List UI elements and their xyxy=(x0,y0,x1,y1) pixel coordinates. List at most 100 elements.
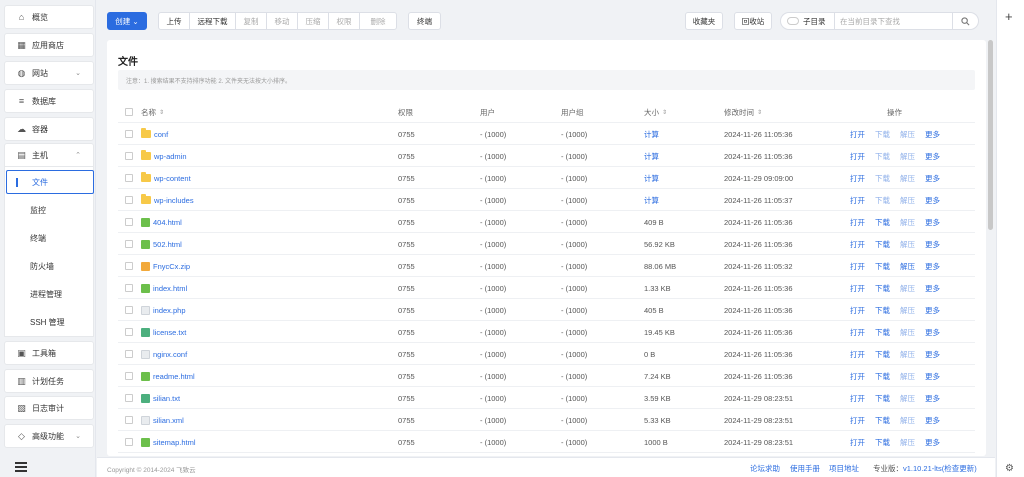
sidebar-item-bottom-2[interactable]: ▧ 日志审计 xyxy=(4,396,94,420)
open-action[interactable]: 打开 xyxy=(850,327,865,338)
download-action[interactable]: 下载 xyxy=(875,283,890,294)
extract-action[interactable]: 解压 xyxy=(900,305,915,316)
header-size[interactable]: 大小 ⇕ xyxy=(644,101,667,123)
extract-action[interactable]: 解压 xyxy=(900,371,915,382)
file-name[interactable]: license.txt xyxy=(153,328,186,337)
open-action[interactable]: 打开 xyxy=(850,371,865,382)
file-name[interactable]: FnycCx.zip xyxy=(153,262,190,271)
file-name[interactable]: 404.html xyxy=(153,218,182,227)
more-action[interactable]: 更多 xyxy=(925,129,940,140)
open-action[interactable]: 打开 xyxy=(850,283,865,294)
header-time[interactable]: 修改时间 ⇕ xyxy=(724,101,762,123)
download-action[interactable]: 下载 xyxy=(875,437,890,448)
sidebar-item-bottom-1[interactable]: ▥ 计划任务 xyxy=(4,369,94,393)
open-action[interactable]: 打开 xyxy=(850,129,865,140)
download-action[interactable]: 下载 xyxy=(875,261,890,272)
row-checkbox[interactable] xyxy=(125,218,133,226)
file-name-cell[interactable]: 502.html xyxy=(141,233,182,255)
extract-action[interactable]: 解压 xyxy=(900,393,915,404)
check-update-link[interactable]: (检查更新) xyxy=(942,464,977,473)
favorites-button[interactable]: 收藏夹 xyxy=(685,12,723,30)
extract-action[interactable]: 解压 xyxy=(900,261,915,272)
submenu-item-4[interactable]: 进程管理 xyxy=(5,282,95,306)
extract-action[interactable]: 解压 xyxy=(900,437,915,448)
file-name-cell[interactable]: silian.txt xyxy=(141,387,180,409)
scrollbar[interactable] xyxy=(988,40,993,230)
search-input[interactable]: 在当前目录下查找 xyxy=(834,12,953,30)
file-name-cell[interactable]: FnycCx.zip xyxy=(141,255,190,277)
file-name[interactable]: wp-includes xyxy=(154,196,194,205)
file-name[interactable]: 502.html xyxy=(153,240,182,249)
submenu-item-0[interactable]: 文件 xyxy=(6,170,94,194)
file-name[interactable]: index.html xyxy=(153,284,187,293)
file-name[interactable]: readme.html xyxy=(153,372,195,381)
row-checkbox[interactable] xyxy=(125,372,133,380)
project-link[interactable]: 项目地址 xyxy=(829,463,859,474)
file-name[interactable]: wp-admin xyxy=(154,152,187,161)
extract-action[interactable]: 解压 xyxy=(900,415,915,426)
extract-action[interactable]: 解压 xyxy=(900,151,915,162)
calc-size-link[interactable]: 计算 xyxy=(644,123,659,145)
download-action[interactable]: 下载 xyxy=(875,393,890,404)
row-checkbox[interactable] xyxy=(125,416,133,424)
header-name[interactable]: 名称 ⇕ xyxy=(141,101,164,123)
row-checkbox[interactable] xyxy=(125,174,133,182)
open-action[interactable]: 打开 xyxy=(850,415,865,426)
open-action[interactable]: 打开 xyxy=(850,393,865,404)
file-name-cell[interactable]: wp-includes xyxy=(141,189,194,211)
more-action[interactable]: 更多 xyxy=(925,415,940,426)
row-checkbox[interactable] xyxy=(125,196,133,204)
file-name[interactable]: conf xyxy=(154,130,168,139)
sidebar-item-bottom-3[interactable]: ◇ 高级功能 ⌄ xyxy=(4,424,94,448)
remote-download-button[interactable]: 远程下载 xyxy=(189,12,236,30)
more-action[interactable]: 更多 xyxy=(925,173,940,184)
recycle-bin-button[interactable]: 回收站 xyxy=(734,12,772,30)
extract-action[interactable]: 解压 xyxy=(900,195,915,206)
file-name-cell[interactable]: license.txt xyxy=(141,321,186,343)
more-action[interactable]: 更多 xyxy=(925,195,940,206)
open-action[interactable]: 打开 xyxy=(850,239,865,250)
upload-button[interactable]: 上传 xyxy=(158,12,190,30)
move-button[interactable]: 移动 xyxy=(266,12,298,30)
more-action[interactable]: 更多 xyxy=(925,217,940,228)
open-action[interactable]: 打开 xyxy=(850,349,865,360)
row-checkbox[interactable] xyxy=(125,152,133,160)
sidebar-item-3[interactable]: ≡ 数据库 xyxy=(4,89,94,113)
file-name-cell[interactable]: nginx.conf xyxy=(141,343,187,365)
extract-action[interactable]: 解压 xyxy=(900,173,915,184)
more-action[interactable]: 更多 xyxy=(925,305,940,316)
more-action[interactable]: 更多 xyxy=(925,239,940,250)
download-action[interactable]: 下载 xyxy=(875,349,890,360)
extract-action[interactable]: 解压 xyxy=(900,283,915,294)
file-name-cell[interactable]: sitemap.html xyxy=(141,431,196,453)
row-checkbox[interactable] xyxy=(125,262,133,270)
extract-action[interactable]: 解压 xyxy=(900,327,915,338)
download-action[interactable]: 下载 xyxy=(875,151,890,162)
row-checkbox[interactable] xyxy=(125,306,133,314)
row-checkbox[interactable] xyxy=(125,350,133,358)
row-checkbox[interactable] xyxy=(125,438,133,446)
row-checkbox[interactable] xyxy=(125,328,133,336)
file-name-cell[interactable]: index.php xyxy=(141,299,186,321)
sidebar-item-1[interactable]: ▦ 应用商店 xyxy=(4,33,94,57)
row-checkbox[interactable] xyxy=(125,284,133,292)
file-name[interactable]: silian.txt xyxy=(153,394,180,403)
calc-size-link[interactable]: 计算 xyxy=(644,145,659,167)
download-action[interactable]: 下载 xyxy=(875,327,890,338)
calc-size-link[interactable]: 计算 xyxy=(644,189,659,211)
sidebar-item-0[interactable]: ⌂ 概览 xyxy=(4,5,94,29)
open-action[interactable]: 打开 xyxy=(850,437,865,448)
file-name[interactable]: wp-content xyxy=(154,174,191,183)
download-action[interactable]: 下载 xyxy=(875,195,890,206)
file-name-cell[interactable]: conf xyxy=(141,123,168,145)
sidebar-item-bottom-0[interactable]: ▣ 工具箱 xyxy=(4,341,94,365)
file-name-cell[interactable]: index.html xyxy=(141,277,187,299)
gear-icon[interactable]: ⚙ xyxy=(1005,463,1014,474)
submenu-item-5[interactable]: SSH 管理 xyxy=(5,310,95,334)
download-action[interactable]: 下载 xyxy=(875,217,890,228)
more-action[interactable]: 更多 xyxy=(925,393,940,404)
download-action[interactable]: 下载 xyxy=(875,305,890,316)
row-checkbox[interactable] xyxy=(125,240,133,248)
submenu-item-3[interactable]: 防火墙 xyxy=(5,254,95,278)
open-action[interactable]: 打开 xyxy=(850,305,865,316)
